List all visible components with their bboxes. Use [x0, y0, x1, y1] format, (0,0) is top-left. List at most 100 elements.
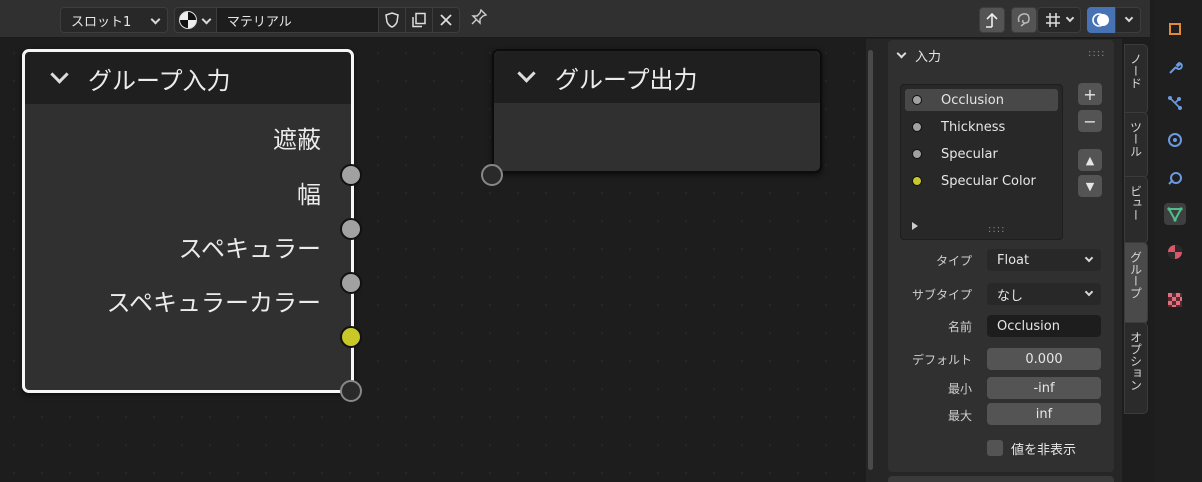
- parent-node-tree-icon: [986, 12, 998, 28]
- remove-input-button[interactable]: −: [1078, 110, 1102, 132]
- hide-value-checkbox[interactable]: [987, 440, 1003, 456]
- move-up-button[interactable]: ▲: [1078, 149, 1102, 171]
- output-label-occlusion: 遮蔽: [273, 126, 321, 154]
- tab-view[interactable]: ビュー: [1124, 176, 1148, 244]
- list-item-label: Thickness: [941, 119, 1006, 135]
- min-value-field[interactable]: -inf: [987, 377, 1101, 399]
- node-title: グループ入力: [88, 66, 231, 95]
- move-down-button[interactable]: ▼: [1078, 175, 1102, 197]
- output-label-thickness: 幅: [297, 181, 321, 209]
- name-field[interactable]: Occlusion: [987, 315, 1101, 337]
- type-label: タイプ: [935, 254, 972, 268]
- output-socket[interactable]: [340, 218, 362, 240]
- material-sphere-icon: [179, 11, 197, 29]
- list-item[interactable]: Specular: [905, 143, 1058, 165]
- material-slot-select[interactable]: スロット1: [60, 7, 168, 33]
- node-header[interactable]: グループ入力: [25, 52, 351, 104]
- material-name-field[interactable]: マテリアル: [216, 8, 379, 32]
- output-socket[interactable]: [340, 272, 362, 294]
- virtual-input-socket[interactable]: [481, 164, 503, 186]
- chevron-down-icon: [896, 48, 907, 59]
- type-select[interactable]: Float: [987, 249, 1101, 271]
- object-properties-icon[interactable]: [1164, 18, 1186, 40]
- virtual-output-socket[interactable]: [340, 380, 362, 402]
- backdrop-toggle-button[interactable]: [1011, 7, 1037, 33]
- node-editor-header: スロット1 マテリアル: [0, 0, 1150, 38]
- socket-dot-icon: [912, 149, 922, 159]
- subtype-value: なし: [997, 288, 1024, 304]
- socket-dot-icon: [912, 176, 922, 186]
- tab-tool[interactable]: ツール: [1124, 112, 1148, 178]
- subtype-label: サブタイプ: [911, 288, 972, 302]
- list-item-label: Specular: [941, 146, 998, 162]
- parent-node-tree-button[interactable]: [979, 7, 1005, 33]
- material-selector: マテリアル: [174, 7, 460, 33]
- snap-grid-icon: [1046, 13, 1060, 27]
- sidebar-scrollbar[interactable]: [868, 50, 873, 470]
- socket-dot-icon: [912, 122, 922, 132]
- list-options-toggle-icon[interactable]: [912, 222, 918, 230]
- close-icon: [440, 14, 452, 26]
- tab-options[interactable]: オプション: [1124, 322, 1148, 414]
- tab-label: グループ: [1128, 251, 1143, 299]
- physics-icon[interactable]: [1164, 129, 1186, 151]
- output-socket[interactable]: [340, 164, 362, 186]
- tab-label: ツール: [1128, 121, 1143, 157]
- overlay-icon: [1092, 13, 1109, 27]
- duplicate-material-button[interactable]: [405, 8, 432, 32]
- drag-grip-icon[interactable]: ::::: [1088, 48, 1105, 59]
- output-socket-color[interactable]: [340, 326, 362, 348]
- default-label: デフォルト: [911, 353, 972, 367]
- socket-dot-icon: [912, 95, 922, 105]
- subtype-select[interactable]: なし: [987, 283, 1101, 305]
- data-triangle-icon[interactable]: [1164, 203, 1186, 225]
- node-title: グループ出力: [555, 65, 698, 94]
- list-resize-grip-icon[interactable]: ::::: [988, 224, 1005, 235]
- group-input-node[interactable]: グループ入力 遮蔽 幅 スペキュラー スペキュラーカラー: [22, 49, 354, 393]
- add-input-button[interactable]: +: [1078, 83, 1102, 105]
- panel-title: 入力: [915, 50, 942, 65]
- default-value-field[interactable]: 0.000: [987, 348, 1101, 370]
- max-value-field[interactable]: inf: [987, 403, 1101, 425]
- group-output-node[interactable]: グループ出力: [492, 49, 822, 173]
- type-value: Float: [997, 252, 1030, 268]
- inputs-panel-header[interactable]: 入力: [896, 46, 942, 65]
- overlay-dropdown-button[interactable]: [1115, 7, 1141, 33]
- slot-label: スロット1: [71, 14, 132, 30]
- collapse-chevron-icon[interactable]: [517, 63, 536, 83]
- constraints-icon[interactable]: [1164, 167, 1186, 189]
- browse-material-button[interactable]: [175, 8, 217, 32]
- chevron-down-icon: [1065, 13, 1075, 23]
- node-header[interactable]: グループ出力: [494, 51, 820, 103]
- overlay-toggle-button[interactable]: [1087, 7, 1115, 33]
- tab-group[interactable]: グループ: [1124, 242, 1148, 324]
- list-item[interactable]: Specular Color: [905, 170, 1058, 192]
- particles-icon[interactable]: [1164, 92, 1186, 114]
- modifier-wrench-icon[interactable]: [1164, 57, 1186, 79]
- list-item[interactable]: Occlusion: [905, 89, 1058, 111]
- backdrop-icon: [1017, 13, 1030, 27]
- tab-label: ビュー: [1128, 185, 1143, 221]
- tab-node[interactable]: ノード: [1124, 44, 1148, 114]
- chevron-down-icon: [1084, 287, 1094, 297]
- fake-user-button[interactable]: [378, 8, 405, 32]
- chevron-down-icon: [150, 14, 161, 25]
- collapsed-panel[interactable]: [888, 476, 1114, 482]
- material-icon[interactable]: [1164, 241, 1186, 263]
- chevron-down-icon: [1084, 253, 1094, 263]
- unlink-material-button[interactable]: [432, 8, 459, 32]
- pin-icon[interactable]: [470, 8, 488, 31]
- min-label: 最小: [947, 382, 972, 396]
- chevron-down-icon: [1124, 13, 1134, 23]
- snap-grid-dropdown[interactable]: [1037, 7, 1081, 33]
- list-item[interactable]: Thickness: [905, 116, 1058, 138]
- texture-checker-icon[interactable]: [1164, 289, 1186, 311]
- tab-label: ノード: [1128, 53, 1143, 89]
- collapse-chevron-icon[interactable]: [50, 64, 69, 84]
- list-item-label: Specular Color: [941, 173, 1036, 189]
- hide-value-label: 値を非表示: [1011, 443, 1077, 458]
- name-label: 名前: [947, 320, 972, 334]
- output-label-specular-color: スペキュラーカラー: [106, 289, 321, 317]
- max-label: 最大: [947, 409, 972, 423]
- duplicate-icon: [412, 12, 426, 28]
